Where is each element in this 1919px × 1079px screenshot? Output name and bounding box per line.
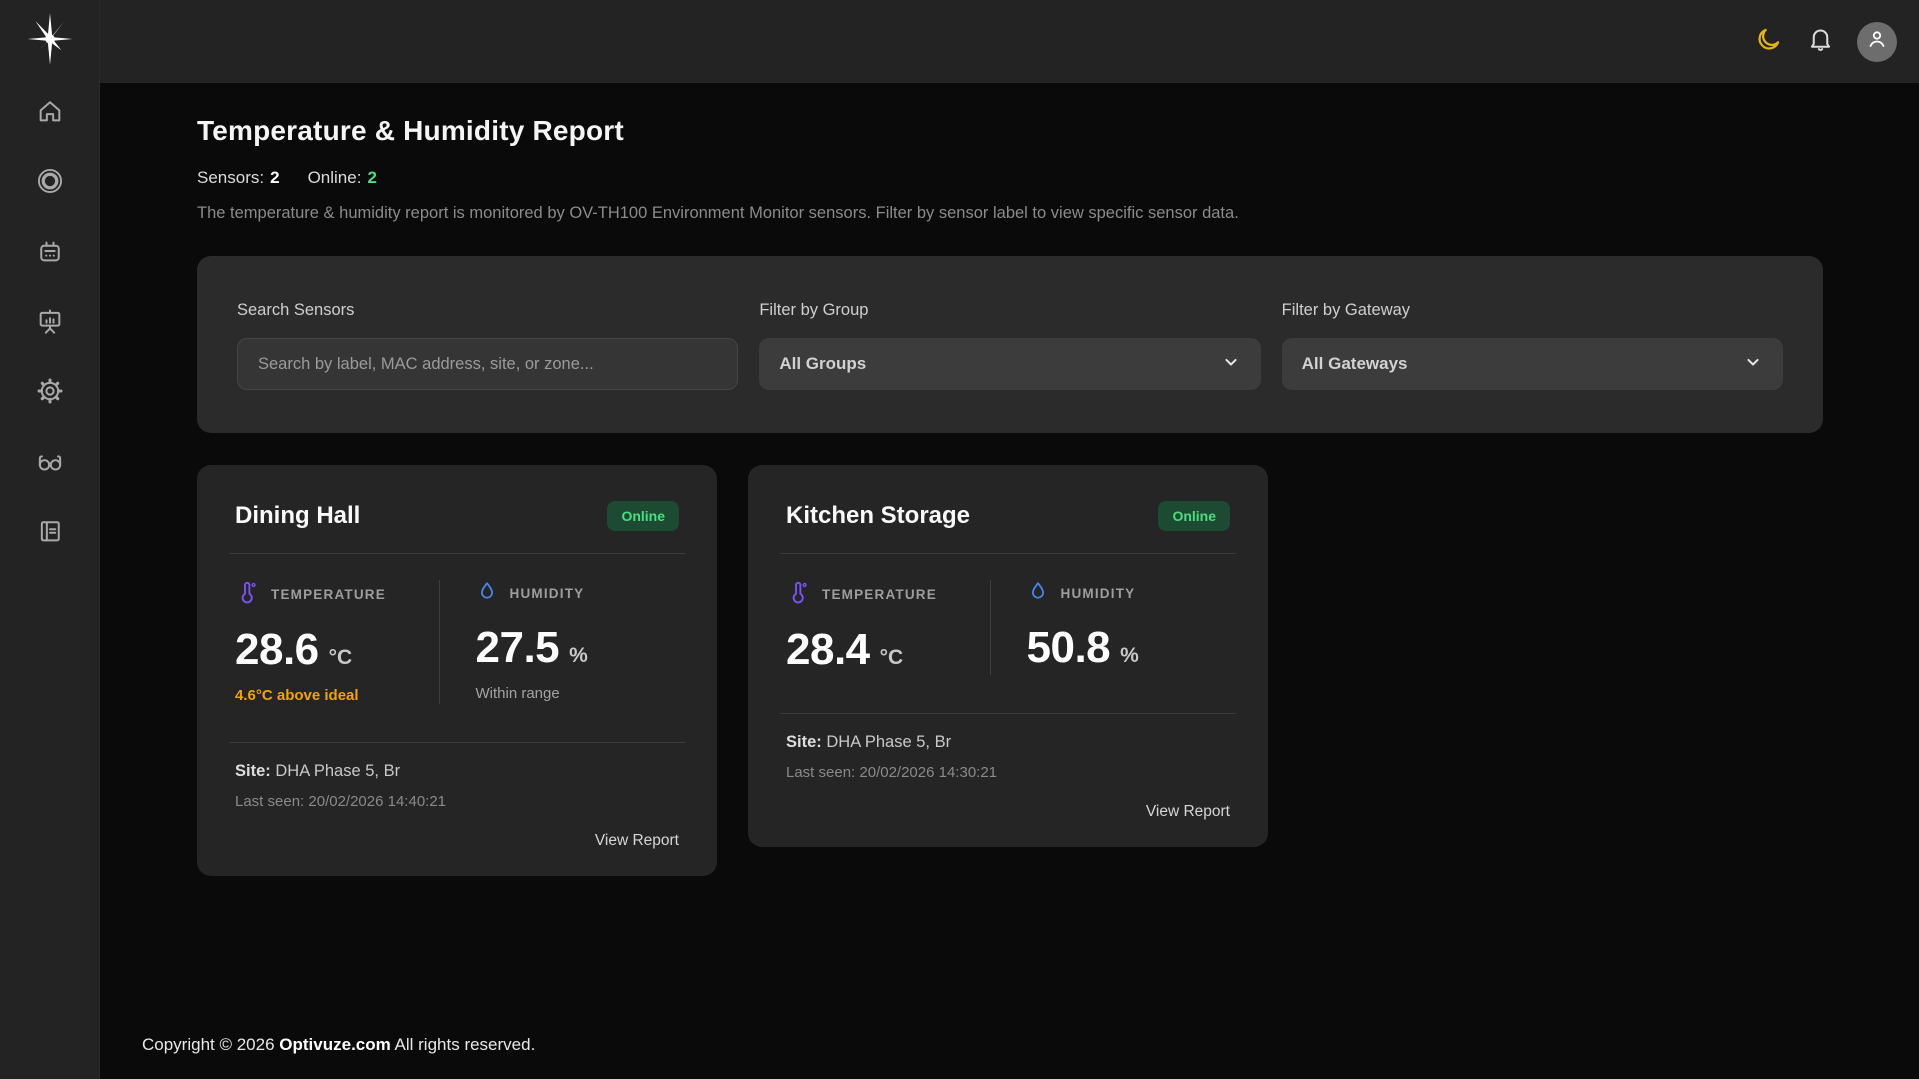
theme-toggle-button[interactable] — [1753, 27, 1783, 57]
bell-icon — [1807, 26, 1834, 58]
sidebar — [0, 0, 100, 1079]
online-count: Online:2 — [308, 168, 377, 188]
temperature-unit: °C — [329, 646, 353, 670]
sensor-stats: Sensors:2 Online:2 — [197, 168, 1823, 188]
notebook-icon — [36, 517, 64, 545]
humidity-unit: % — [1120, 644, 1139, 668]
humidity-metric: HUMIDITY 27.5 % Within range — [439, 580, 680, 704]
site-info: Site: DHA Phase 5, Br — [786, 733, 1230, 752]
temperature-unit: °C — [880, 646, 904, 670]
brand-name: Optivuze.com — [279, 1035, 390, 1054]
chevron-down-icon — [1221, 352, 1241, 377]
humidity-value: 27.5 — [476, 623, 560, 673]
temperature-value: 28.4 — [786, 625, 870, 675]
sidebar-item-glasses[interactable] — [36, 447, 64, 475]
presentation-chart-icon — [36, 307, 64, 335]
sidebar-item-presentation[interactable] — [36, 307, 64, 335]
site-info: Site: DHA Phase 5, Br — [235, 762, 679, 781]
user-avatar[interactable] — [1857, 22, 1897, 62]
group-select[interactable]: All Groups — [759, 338, 1260, 390]
sensor-card-dining-hall: Dining Hall Online TEMP — [197, 465, 717, 876]
top-bar — [0, 0, 1919, 83]
target-icon — [36, 167, 64, 195]
page-description: The temperature & humidity report is mon… — [197, 204, 1823, 223]
sparkle-logo-icon — [23, 12, 77, 71]
filter-by-group-label: Filter by Group — [759, 301, 1260, 320]
moon-icon — [1755, 26, 1782, 58]
sensor-cards: Dining Hall Online TEMP — [197, 465, 1823, 876]
robot-icon — [36, 237, 64, 265]
filter-panel: Search Sensors Filter by Group All Group… — [197, 256, 1823, 433]
status-badge: Online — [1158, 501, 1230, 531]
humidity-metric: HUMIDITY 50.8 % — [990, 580, 1231, 675]
gateway-select[interactable]: All Gateways — [1282, 338, 1783, 390]
status-badge: Online — [607, 501, 679, 531]
sensor-name: Kitchen Storage — [786, 502, 970, 530]
thermometer-icon — [786, 580, 810, 609]
page-title: Temperature & Humidity Report — [197, 115, 1823, 147]
last-seen: Last seen: 20/02/2026 14:40:21 — [235, 793, 679, 810]
temperature-metric: TEMPERATURE 28.6 °C 4.6°C above ideal — [235, 580, 439, 704]
notifications-button[interactable] — [1805, 27, 1835, 57]
droplet-icon — [476, 580, 498, 607]
last-seen: Last seen: 20/02/2026 14:30:21 — [786, 764, 1230, 781]
temperature-value: 28.6 — [235, 625, 319, 675]
glasses-icon — [36, 447, 64, 475]
view-report-link[interactable]: View Report — [1146, 803, 1230, 821]
main-area: Temperature & Humidity Report Sensors:2 … — [100, 83, 1919, 1079]
sensor-card-kitchen-storage: Kitchen Storage Online — [748, 465, 1268, 847]
search-sensors-label: Search Sensors — [237, 301, 738, 320]
temperature-label: TEMPERATURE — [822, 587, 937, 602]
sidebar-item-home[interactable] — [36, 97, 64, 125]
sidebar-item-robot[interactable] — [36, 237, 64, 265]
sensors-count: Sensors:2 — [197, 168, 280, 188]
temperature-metric: TEMPERATURE 28.4 °C — [786, 580, 990, 675]
chevron-down-icon — [1743, 352, 1763, 377]
sidebar-nav — [36, 83, 64, 545]
humidity-note: Within range — [476, 685, 680, 702]
thermometer-icon — [235, 580, 259, 609]
person-icon — [1865, 27, 1889, 56]
view-report-link[interactable]: View Report — [595, 832, 679, 850]
sidebar-item-notebook[interactable] — [36, 517, 64, 545]
filter-by-gateway-label: Filter by Gateway — [1282, 301, 1783, 320]
humidity-label: HUMIDITY — [510, 586, 585, 601]
home-icon — [36, 97, 64, 125]
search-input[interactable] — [237, 338, 738, 390]
temperature-label: TEMPERATURE — [271, 587, 386, 602]
sidebar-item-target[interactable] — [36, 167, 64, 195]
droplet-icon — [1027, 580, 1049, 607]
group-select-value: All Groups — [779, 354, 866, 374]
humidity-unit: % — [569, 644, 588, 668]
humidity-label: HUMIDITY — [1061, 586, 1136, 601]
temperature-note: 4.6°C above ideal — [235, 687, 439, 704]
footer-copyright: Copyright © 2026 Optivuze.com All rights… — [100, 1035, 1919, 1079]
sidebar-item-settings[interactable] — [36, 377, 64, 405]
gear-icon — [36, 377, 64, 405]
sensor-name: Dining Hall — [235, 502, 360, 530]
app-logo[interactable] — [23, 0, 77, 83]
humidity-value: 50.8 — [1027, 623, 1111, 673]
gateway-select-value: All Gateways — [1302, 354, 1408, 374]
